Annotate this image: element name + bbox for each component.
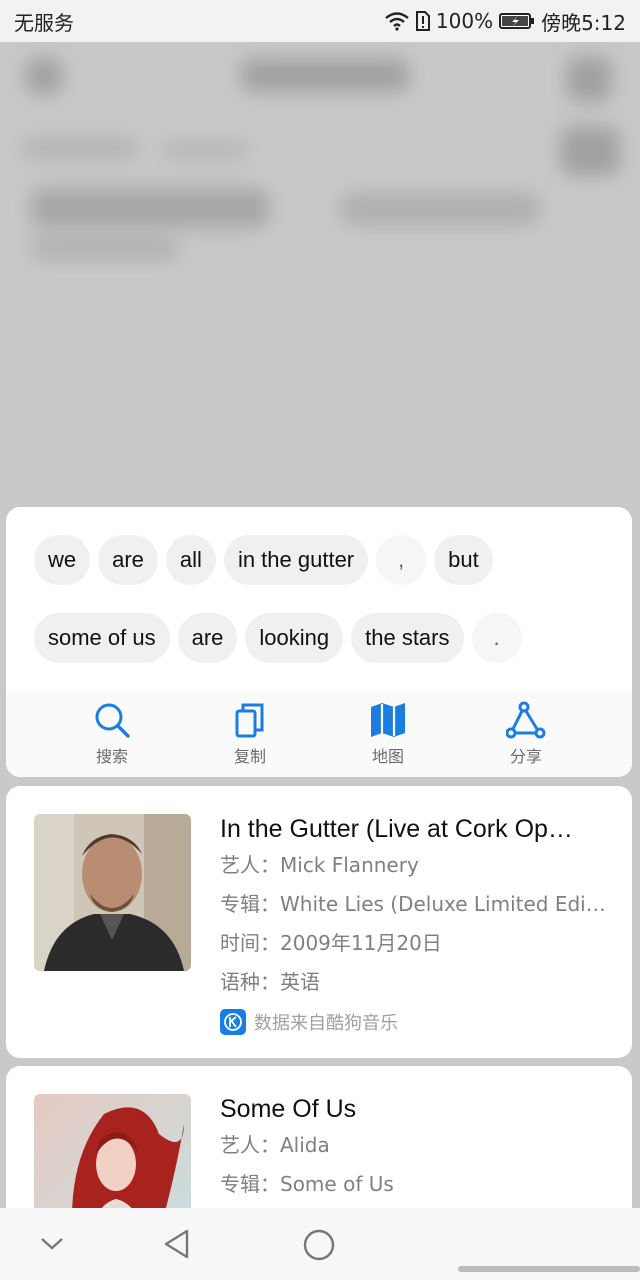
carrier-text: 无服务 <box>14 10 74 35</box>
battery-percent: 100% <box>435 9 494 33</box>
album-cover <box>34 1094 191 1226</box>
status-icons: 100% 傍晚5:12 <box>384 7 626 36</box>
copy-label: 复制 <box>233 747 266 766</box>
share-button[interactable]: 分享 <box>457 691 595 777</box>
song-info: In the Gutter (Live at Cork Op… 艺人：Mick … <box>220 812 612 1042</box>
search-icon <box>95 703 130 738</box>
song-artist: 艺人：Alida <box>220 1133 330 1157</box>
copy-icon <box>235 703 264 738</box>
word-chip[interactable]: the stars <box>351 613 464 663</box>
word-chip[interactable]: are <box>98 535 158 585</box>
status-bar: 无服务 100% 傍晚5:12 <box>0 0 640 42</box>
copy-button[interactable]: 复制 <box>181 691 319 777</box>
song-language: 语种：英语 <box>220 970 320 994</box>
word-chip[interactable]: looking <box>245 613 344 663</box>
punctuation-chip[interactable]: . <box>471 613 522 663</box>
song-album: 专辑：Some of Us <box>220 1172 394 1196</box>
wifi-icon <box>385 12 409 31</box>
song-info: Some Of Us 艺人：Alida 专辑：Some of Us <box>220 1092 612 1204</box>
song-title[interactable]: Some Of Us <box>220 1092 612 1126</box>
data-source-text: 数据来自酷狗音乐 <box>254 1013 398 1034</box>
word-chip[interactable]: in the gutter <box>223 535 369 585</box>
word-chip[interactable]: are <box>177 613 238 663</box>
word-chip[interactable]: some of us <box>34 613 170 663</box>
song-title[interactable]: In the Gutter (Live at Cork Op… <box>220 812 612 846</box>
map-button[interactable]: 地图 <box>319 691 457 777</box>
action-bar: 搜索 复制 地图 分享 <box>6 691 632 777</box>
chip-row-1: we are all in the gutter , but <box>34 535 614 585</box>
back-triangle-icon[interactable] <box>162 1228 192 1260</box>
kugou-logo-icon <box>220 1009 246 1035</box>
battery-charging-icon <box>499 13 535 29</box>
share-label: 分享 <box>509 747 542 766</box>
home-circle-icon[interactable] <box>302 1228 336 1262</box>
song-release-date: 时间：2009年11月20日 <box>220 931 442 955</box>
gesture-indicator[interactable] <box>458 1266 640 1272</box>
word-chip[interactable]: we <box>34 535 91 585</box>
word-chip[interactable]: but <box>434 535 493 585</box>
data-source: 数据来自酷狗音乐 <box>220 1002 612 1042</box>
word-segmentation-card: we are all in the gutter , but some of u… <box>6 507 632 777</box>
clock: 傍晚5:12 <box>541 10 626 35</box>
album-cover <box>34 814 191 971</box>
word-chips: we are all in the gutter , but some of u… <box>34 535 614 691</box>
map-icon <box>371 703 405 737</box>
search-button[interactable]: 搜索 <box>43 691 181 777</box>
search-label: 搜索 <box>95 747 128 766</box>
song-artist: 艺人：Mick Flannery <box>220 853 419 877</box>
share-icon <box>506 701 546 739</box>
chip-row-2: some of us are looking the stars . <box>34 613 614 663</box>
map-label: 地图 <box>371 747 404 766</box>
song-album: 专辑：White Lies (Deluxe Limited Editi… <box>220 892 612 916</box>
collapse-chevron-icon[interactable] <box>38 1234 66 1252</box>
song-card[interactable]: In the Gutter (Live at Cork Op… 艺人：Mick … <box>6 786 632 1058</box>
song-card[interactable]: Some Of Us 艺人：Alida 专辑：Some of Us <box>6 1066 632 1226</box>
sim-alert-icon <box>415 11 430 31</box>
punctuation-chip[interactable]: , <box>376 535 427 585</box>
word-chip[interactable]: all <box>165 535 216 585</box>
